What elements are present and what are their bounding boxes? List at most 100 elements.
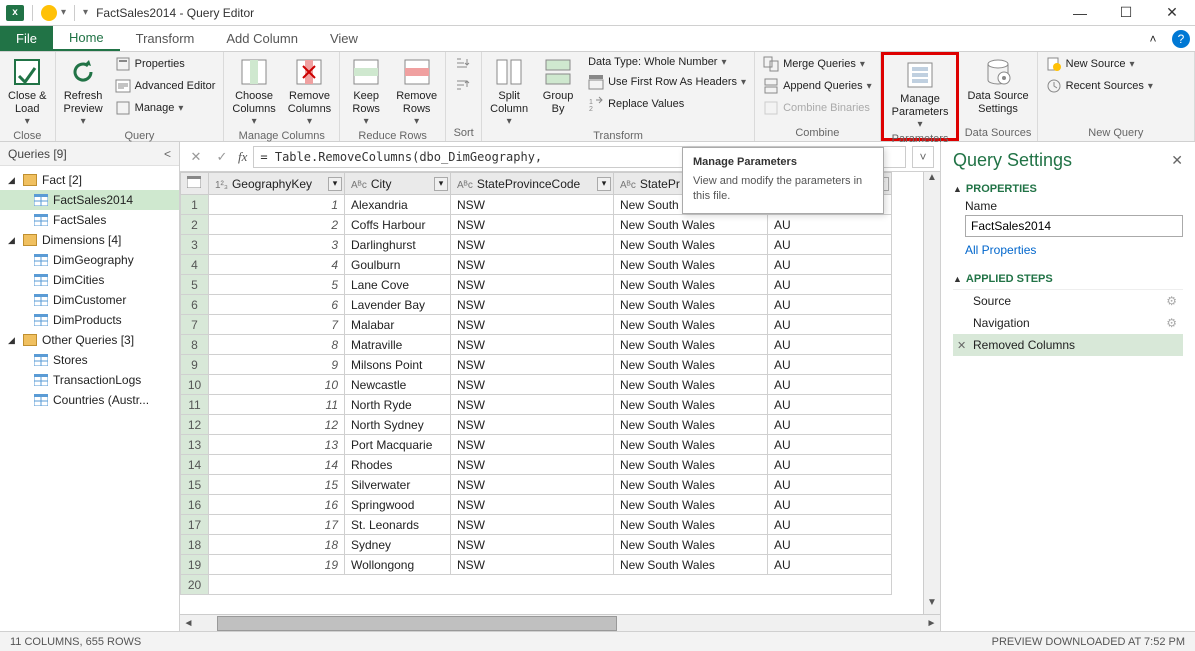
row-number[interactable]: 12 <box>181 415 209 435</box>
data-cell[interactable]: New South Wales <box>614 475 768 495</box>
sort-asc-button[interactable] <box>450 54 474 74</box>
queries-item[interactable]: DimGeography <box>0 250 179 270</box>
data-cell[interactable]: AU <box>768 335 892 355</box>
data-cell[interactable]: New South Wales <box>614 375 768 395</box>
data-cell[interactable]: AU <box>768 515 892 535</box>
table-row[interactable]: 88MatravilleNSWNew South WalesAU <box>181 335 892 355</box>
data-cell[interactable]: Rhodes <box>345 455 451 475</box>
applied-step[interactable]: ✕Removed Columns <box>953 334 1183 356</box>
table-row[interactable]: 33DarlinghurstNSWNew South WalesAU <box>181 235 892 255</box>
scroll-down-button[interactable]: ▼ <box>924 597 940 614</box>
data-cell[interactable]: New South Wales <box>614 495 768 515</box>
data-cell[interactable]: New South Wales <box>614 455 768 475</box>
data-cell[interactable]: Sydney <box>345 535 451 555</box>
row-number[interactable]: 2 <box>181 215 209 235</box>
manage-parameters-button[interactable]: Manage Parameters▾ <box>888 57 953 133</box>
row-number[interactable]: 10 <box>181 375 209 395</box>
data-cell[interactable]: AU <box>768 535 892 555</box>
queries-item[interactable]: DimCustomer <box>0 290 179 310</box>
data-cell[interactable]: New South Wales <box>614 295 768 315</box>
manage-query-button[interactable]: Manage ▾ <box>111 98 220 118</box>
corner-header[interactable] <box>181 173 209 195</box>
data-cell[interactable]: 12 <box>209 415 345 435</box>
scroll-right-button[interactable]: ► <box>923 618 940 629</box>
close-and-load-button[interactable]: Close & Load▾ <box>4 54 51 130</box>
data-cell[interactable]: 5 <box>209 275 345 295</box>
column-header[interactable]: AᴮcStateProvinceCode▾ <box>451 173 614 195</box>
data-cell[interactable]: 11 <box>209 395 345 415</box>
first-row-headers-button[interactable]: Use First Row As Headers ▾ <box>584 72 750 92</box>
data-cell[interactable]: AU <box>768 555 892 575</box>
data-cell[interactable]: NSW <box>451 315 614 335</box>
data-cell[interactable]: 2 <box>209 215 345 235</box>
queries-item[interactable]: Countries (Austr... <box>0 390 179 410</box>
data-cell[interactable]: AU <box>768 235 892 255</box>
row-number[interactable]: 17 <box>181 515 209 535</box>
properties-button[interactable]: Properties <box>111 54 220 74</box>
scroll-thumb[interactable] <box>217 616 617 631</box>
table-row[interactable]: 1313Port MacquarieNSWNew South WalesAU <box>181 435 892 455</box>
data-cell[interactable]: AU <box>768 315 892 335</box>
minimize-button[interactable]: — <box>1057 0 1103 26</box>
row-number[interactable]: 15 <box>181 475 209 495</box>
row-number[interactable]: 8 <box>181 335 209 355</box>
tab-view[interactable]: View <box>314 26 374 51</box>
table-row[interactable]: 55Lane CoveNSWNew South WalesAU <box>181 275 892 295</box>
data-cell[interactable]: Alexandria <box>345 195 451 215</box>
delete-step-icon[interactable]: ✕ <box>957 339 966 352</box>
data-cell[interactable]: New South Wales <box>614 415 768 435</box>
data-cell[interactable]: AU <box>768 355 892 375</box>
data-cell[interactable]: New South Wales <box>614 315 768 335</box>
table-row[interactable]: 1616SpringwoodNSWNew South WalesAU <box>181 495 892 515</box>
column-header[interactable]: 1²₃GeographyKey▾ <box>209 173 345 195</box>
smiley-icon[interactable] <box>41 5 57 21</box>
data-cell[interactable]: NSW <box>451 335 614 355</box>
data-cell[interactable]: 6 <box>209 295 345 315</box>
split-column-button[interactable]: Split Column▾ <box>486 54 532 130</box>
table-row[interactable]: 1717St. LeonardsNSWNew South WalesAU <box>181 515 892 535</box>
data-cell[interactable]: 4 <box>209 255 345 275</box>
data-cell[interactable]: NSW <box>451 495 614 515</box>
data-cell[interactable]: 3 <box>209 235 345 255</box>
data-cell[interactable]: NSW <box>451 275 614 295</box>
data-cell[interactable]: New South Wales <box>614 395 768 415</box>
recent-sources-button[interactable]: Recent Sources ▾ <box>1042 76 1157 96</box>
merge-queries-button[interactable]: Merge Queries ▾ <box>759 54 876 74</box>
qat-dropdown-icon[interactable]: ▾ <box>61 7 66 18</box>
data-cell[interactable]: Coffs Harbour <box>345 215 451 235</box>
data-cell[interactable]: NSW <box>451 395 614 415</box>
data-cell[interactable]: 16 <box>209 495 345 515</box>
data-cell[interactable]: NSW <box>451 475 614 495</box>
properties-header[interactable]: ▲PROPERTIES <box>953 183 1183 195</box>
data-cell[interactable]: 17 <box>209 515 345 535</box>
data-cell[interactable]: NSW <box>451 515 614 535</box>
table-row[interactable]: 1111North RydeNSWNew South WalesAU <box>181 395 892 415</box>
row-number[interactable]: 11 <box>181 395 209 415</box>
queries-item[interactable]: FactSales2014 <box>0 190 179 210</box>
data-cell[interactable]: NSW <box>451 195 614 215</box>
tab-home[interactable]: Home <box>53 26 120 51</box>
row-number[interactable]: 9 <box>181 355 209 375</box>
close-window-button[interactable]: ✕ <box>1149 0 1195 26</box>
data-cell[interactable]: NSW <box>451 535 614 555</box>
append-queries-button[interactable]: Append Queries ▾ <box>759 76 876 96</box>
data-cell[interactable]: 9 <box>209 355 345 375</box>
sort-desc-button[interactable] <box>450 76 474 96</box>
data-cell[interactable]: New South Wales <box>614 515 768 535</box>
data-cell[interactable]: NSW <box>451 435 614 455</box>
table-row[interactable]: 22Coffs HarbourNSWNew South WalesAU <box>181 215 892 235</box>
tab-transform[interactable]: Transform <box>120 26 211 51</box>
data-cell[interactable]: St. Leonards <box>345 515 451 535</box>
table-row[interactable]: 77MalabarNSWNew South WalesAU <box>181 315 892 335</box>
tab-file[interactable]: File <box>0 26 53 51</box>
data-cell[interactable]: Darlinghurst <box>345 235 451 255</box>
data-cell[interactable]: AU <box>768 255 892 275</box>
table-row[interactable]: 1818SydneyNSWNew South WalesAU <box>181 535 892 555</box>
data-source-settings-button[interactable]: Data Source Settings <box>963 54 1032 118</box>
horizontal-scrollbar[interactable]: ◄ ► <box>180 614 940 631</box>
data-cell[interactable]: 1 <box>209 195 345 215</box>
applied-step[interactable]: Navigation⚙ <box>953 312 1183 334</box>
vertical-scrollbar[interactable]: ▲ ▼ <box>923 172 940 614</box>
data-cell[interactable]: AU <box>768 495 892 515</box>
data-cell[interactable]: 13 <box>209 435 345 455</box>
